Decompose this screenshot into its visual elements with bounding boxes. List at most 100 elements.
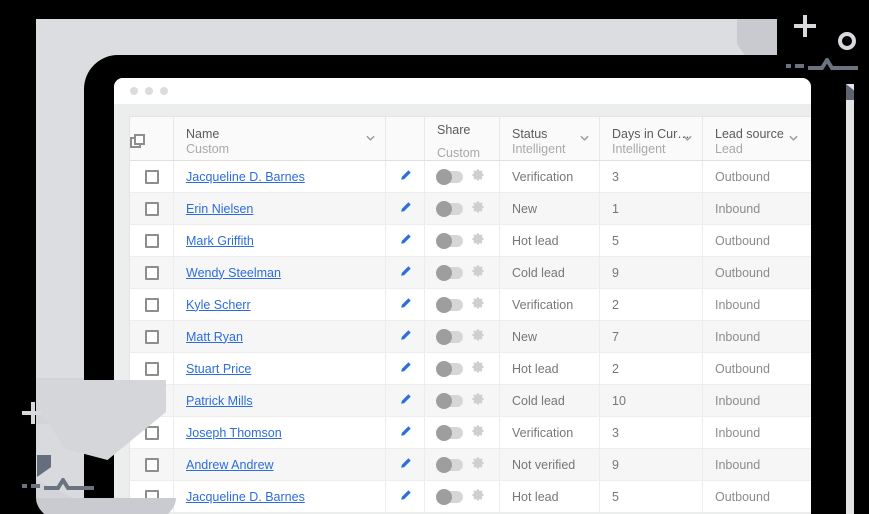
checkbox-icon[interactable] (144, 233, 159, 248)
lead-name-link[interactable]: Jacqueline D. Barnes (186, 170, 305, 184)
row-checkbox-cell[interactable] (130, 193, 174, 224)
table-header-days-in-current[interactable]: Days in Cur… Intelligent (600, 117, 703, 160)
lead-name-link[interactable]: Mark Griffith (186, 234, 254, 248)
row-checkbox-cell[interactable] (130, 225, 174, 256)
table-row[interactable]: Patrick Mills Cold lead 10 Inbound (130, 385, 811, 417)
row-share-cell[interactable] (425, 225, 500, 256)
toggle-switch-off[interactable] (436, 424, 463, 441)
gear-icon[interactable] (471, 168, 485, 185)
row-checkbox-cell[interactable] (130, 321, 174, 352)
row-edit-cell[interactable] (386, 193, 425, 224)
row-name-cell[interactable]: Joseph Thomson (174, 417, 386, 448)
row-edit-cell[interactable] (386, 257, 425, 288)
toggle-switch-off[interactable] (436, 392, 463, 409)
checkbox-icon[interactable] (144, 201, 159, 216)
toggle-switch-off[interactable] (436, 456, 463, 473)
row-share-cell[interactable] (425, 481, 500, 512)
toggle-switch-off[interactable] (436, 360, 463, 377)
row-edit-cell[interactable] (386, 481, 425, 512)
lead-name-link[interactable]: Wendy Steelman (186, 266, 281, 280)
row-name-cell[interactable]: Matt Ryan (174, 321, 386, 352)
row-edit-cell[interactable] (386, 161, 425, 192)
pencil-icon[interactable] (399, 201, 412, 217)
row-share-cell[interactable] (425, 449, 500, 480)
row-share-cell[interactable] (425, 193, 500, 224)
pencil-icon[interactable] (399, 297, 412, 313)
pencil-icon[interactable] (399, 489, 412, 505)
traffic-light-close-icon[interactable] (130, 87, 138, 95)
gear-icon[interactable] (471, 392, 485, 409)
row-share-cell[interactable] (425, 353, 500, 384)
row-name-cell[interactable]: Jacqueline D. Barnes (174, 481, 386, 512)
table-row[interactable]: Joseph Thomson Verification 3 Inbound (130, 417, 811, 449)
table-header-share[interactable]: Share Custom (425, 117, 500, 160)
row-edit-cell[interactable] (386, 321, 425, 352)
toggle-switch-off[interactable] (436, 232, 463, 249)
row-share-cell[interactable] (425, 417, 500, 448)
row-checkbox-cell[interactable] (130, 449, 174, 480)
chevron-down-icon[interactable] (580, 133, 589, 142)
table-row[interactable]: Andrew Andrew Not verified 9 Inbound (130, 449, 811, 481)
table-row[interactable]: Matt Ryan New 7 Inbound (130, 321, 811, 353)
row-checkbox-cell[interactable] (130, 289, 174, 320)
lead-name-link[interactable]: Kyle Scherr (186, 298, 251, 312)
row-edit-cell[interactable] (386, 225, 425, 256)
lead-name-link[interactable]: Stuart Price (186, 362, 251, 376)
checkbox-icon[interactable] (144, 297, 159, 312)
row-share-cell[interactable] (425, 161, 500, 192)
row-share-cell[interactable] (425, 257, 500, 288)
gear-icon[interactable] (471, 200, 485, 217)
table-row[interactable]: Erin Nielsen New 1 Inbound (130, 193, 811, 225)
gear-icon[interactable] (471, 488, 485, 505)
gear-icon[interactable] (471, 264, 485, 281)
row-checkbox-cell[interactable] (130, 257, 174, 288)
checkbox-icon[interactable] (144, 169, 159, 184)
chevron-down-icon[interactable] (366, 133, 375, 142)
toggle-switch-off[interactable] (436, 264, 463, 281)
table-row[interactable]: Jacqueline D. Barnes Hot lead 5 Outbound (130, 481, 811, 513)
row-name-cell[interactable]: Mark Griffith (174, 225, 386, 256)
lead-name-link[interactable]: Erin Nielsen (186, 202, 253, 216)
lead-name-link[interactable]: Jacqueline D. Barnes (186, 490, 305, 504)
traffic-light-minimize-icon[interactable] (145, 87, 153, 95)
checkbox-icon[interactable] (144, 361, 159, 376)
row-edit-cell[interactable] (386, 289, 425, 320)
table-row[interactable]: Mark Griffith Hot lead 5 Outbound (130, 225, 811, 257)
checkbox-icon[interactable] (144, 265, 159, 280)
row-share-cell[interactable] (425, 385, 500, 416)
table-row[interactable]: Stuart Price Hot lead 2 Outbound (130, 353, 811, 385)
toggle-switch-off[interactable] (436, 168, 463, 185)
checkbox-icon[interactable] (144, 329, 159, 344)
pencil-icon[interactable] (399, 329, 412, 345)
pencil-icon[interactable] (399, 361, 412, 377)
gear-icon[interactable] (471, 296, 485, 313)
table-header-status[interactable]: Status Intelligent (500, 117, 600, 160)
lead-name-link[interactable]: Joseph Thomson (186, 426, 282, 440)
lead-name-link[interactable]: Andrew Andrew (186, 458, 274, 472)
row-edit-cell[interactable] (386, 385, 425, 416)
table-header-name[interactable]: Name Custom (174, 117, 386, 160)
table-row[interactable]: Wendy Steelman Cold lead 9 Outbound (130, 257, 811, 289)
pencil-icon[interactable] (399, 425, 412, 441)
row-name-cell[interactable]: Kyle Scherr (174, 289, 386, 320)
toggle-switch-off[interactable] (436, 488, 463, 505)
lead-name-link[interactable]: Patrick Mills (186, 394, 253, 408)
traffic-light-maximize-icon[interactable] (160, 87, 168, 95)
row-name-cell[interactable]: Andrew Andrew (174, 449, 386, 480)
toggle-switch-off[interactable] (436, 200, 463, 217)
pencil-icon[interactable] (399, 265, 412, 281)
row-name-cell[interactable]: Stuart Price (174, 353, 386, 384)
checkbox-icon[interactable] (144, 457, 159, 472)
table-header-lead-source[interactable]: Lead source Lead (703, 117, 808, 160)
row-checkbox-cell[interactable] (130, 161, 174, 192)
row-name-cell[interactable]: Erin Nielsen (174, 193, 386, 224)
copy-icon[interactable] (130, 133, 146, 150)
table-row[interactable]: Kyle Scherr Verification 2 Inbound (130, 289, 811, 321)
row-share-cell[interactable] (425, 289, 500, 320)
gear-icon[interactable] (471, 456, 485, 473)
pencil-icon[interactable] (399, 169, 412, 185)
chevron-down-icon[interactable] (683, 133, 692, 142)
gear-icon[interactable] (471, 424, 485, 441)
table-row[interactable]: Jacqueline D. Barnes Verification 3 Outboun… (130, 161, 811, 193)
toggle-switch-off[interactable] (436, 328, 463, 345)
